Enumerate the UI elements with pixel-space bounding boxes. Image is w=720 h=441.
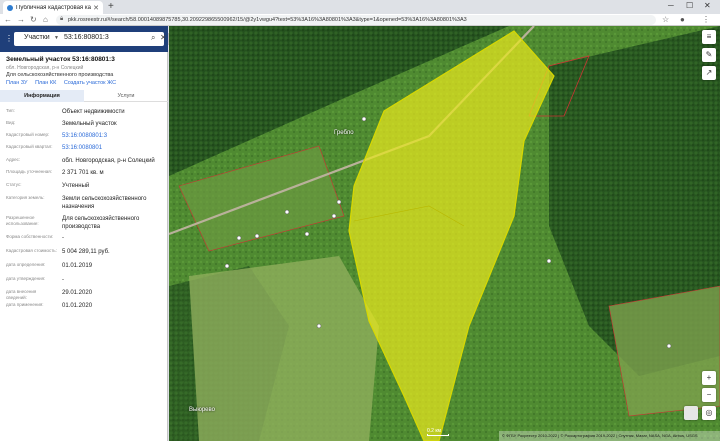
measure-button[interactable]: ↗ <box>702 66 716 80</box>
object-title: Земельный участок 53:16:80801:3 <box>6 56 115 63</box>
forward-icon[interactable]: → <box>17 14 25 26</box>
map-attribution: © ФГБУ Росреестр 2010-2022 | © Роскартог… <box>499 431 720 441</box>
attribute-label: Кадастровый номер: <box>6 132 50 137</box>
locate-button[interactable]: ◎ <box>702 406 716 420</box>
back-icon[interactable]: ← <box>4 14 12 26</box>
attribute-value: - <box>62 235 64 241</box>
info-sidebar: ⋮ Участки ▼ 53:16:80801:3 ⌕ ✕ Земельный … <box>0 26 168 441</box>
attribute-label: дата применения: <box>6 302 44 307</box>
map-view[interactable]: Гребло Выюрево ≡ ✎ ↗ + − ◎ 0.2 км © ФГБУ… <box>169 26 720 441</box>
chevron-down-icon[interactable]: ▼ <box>54 35 59 41</box>
close-window-icon[interactable]: ✕ <box>704 1 711 10</box>
attribute-value: Объект недвижимости <box>62 109 125 115</box>
attribute-label: Тип: <box>6 108 15 113</box>
map-scale-bar <box>427 434 449 436</box>
attribute-value[interactable]: 53:16:0080801:3 <box>62 132 164 140</box>
attribute-label: Категория земель: <box>6 195 45 200</box>
tab-services[interactable]: Услуги <box>84 90 168 102</box>
attribute-value: - <box>62 277 64 283</box>
menu-icon[interactable]: ⋮ <box>5 34 13 43</box>
satellite-map[interactable] <box>169 26 720 441</box>
attribute-value: 2 371 701 кв. м <box>62 170 104 176</box>
attribute-label: Адрес: <box>6 157 21 162</box>
attribute-label: Площадь уточненная: <box>6 169 52 174</box>
village-label: Гребло <box>334 130 354 136</box>
plan-kk-link[interactable]: План КК <box>35 80 56 86</box>
search-field: Участки ▼ 53:16:80801:3 ⌕ ✕ <box>14 32 167 46</box>
attribute-label: дата определения: <box>6 262 46 267</box>
home-icon[interactable]: ⌂ <box>43 14 48 26</box>
layers-button[interactable]: ≡ <box>702 30 716 44</box>
attribute-value: Учтенный <box>62 183 90 189</box>
attribute-label: Разрешенное использование: <box>6 215 39 226</box>
address-input[interactable]: pkk.rosreestr.ru/#/search/58.00014089875… <box>56 15 656 25</box>
attribute-label: Кадастровая стоимость: <box>6 248 57 253</box>
minimap-thumbnail[interactable] <box>684 406 698 420</box>
browser-tab[interactable]: Публичная кадастровая карта ✕ <box>3 1 103 14</box>
browser-tab-title: Публичная кадастровая карта <box>16 4 91 11</box>
search-icon[interactable]: ⌕ <box>151 33 155 43</box>
attribute-value: 01.01.2019 <box>62 263 93 269</box>
attribute-value: 5 004 289,11 руб. <box>62 249 110 255</box>
search-type-select[interactable]: Участки <box>24 34 50 41</box>
reload-icon[interactable]: ↻ <box>30 14 37 26</box>
object-links: План ЗУ План КК Создать участок ЖС <box>6 80 122 86</box>
attribute-label: Кадастровый квартал: <box>6 144 53 149</box>
bookmark-star-icon[interactable]: ☆ <box>662 14 669 26</box>
attribute-value: обл. Новгородская, р-н Солецкий <box>62 158 155 164</box>
attribute-label: дата утверждения: <box>6 276 46 281</box>
new-tab-icon[interactable]: + <box>108 1 114 13</box>
zoom-in-button[interactable]: + <box>702 371 716 385</box>
share-button[interactable]: ✎ <box>702 48 716 62</box>
attribute-value: 01.01.2020 <box>62 303 93 309</box>
browser-toolbar: ← → ↻ ⌂ pkk.rosreestr.ru/#/search/58.000… <box>0 14 720 26</box>
attribute-label: Статус: <box>6 182 22 187</box>
lock-icon[interactable]: 🔒︎ <box>60 16 63 23</box>
search-input[interactable]: 53:16:80801:3 <box>64 34 109 41</box>
field-area <box>189 256 379 441</box>
maximize-icon[interactable]: ☐ <box>686 1 693 10</box>
search-bar: ⋮ Участки ▼ 53:16:80801:3 ⌕ ✕ <box>0 26 168 52</box>
tab-info[interactable]: Информация <box>0 90 84 102</box>
attribute-value[interactable]: 53:16:0080801 <box>62 144 164 152</box>
menu-dots-icon[interactable]: ⋮ <box>702 14 710 26</box>
zoom-out-button[interactable]: − <box>702 388 716 402</box>
object-use: Для сельскохозяйственного производства <box>6 72 114 78</box>
object-address: обл. Новгородская, р-н Солецкий <box>6 65 84 71</box>
info-tabs: Информация Услуги <box>0 90 168 102</box>
plan-zu-link[interactable]: План ЗУ <box>6 80 28 86</box>
village-label: Выюрево <box>189 407 215 413</box>
create-parcel-link[interactable]: Создать участок ЖС <box>64 80 116 86</box>
profile-icon[interactable]: ● <box>680 14 685 26</box>
attribute-value: Земельный участок <box>62 121 117 127</box>
attribute-value: Для сельскохозяйственного производства <box>62 216 140 230</box>
attribute-label: Вид: <box>6 120 16 125</box>
attribute-value: Земли сельскохозяйственного назначения <box>62 196 147 210</box>
attribute-label: Форма собственности: <box>6 234 54 239</box>
browser-tabbar: Публичная кадастровая карта ✕ + ─ ☐ ✕ <box>0 0 720 14</box>
attribute-value: 29.01.2020 <box>62 290 93 296</box>
favicon-icon <box>7 4 13 11</box>
attribute-label: дата внесения сведений: <box>6 289 37 300</box>
close-tab-icon[interactable]: ✕ <box>93 4 99 12</box>
clear-search-icon[interactable]: ✕ <box>160 33 167 42</box>
minimize-icon[interactable]: ─ <box>668 1 674 10</box>
